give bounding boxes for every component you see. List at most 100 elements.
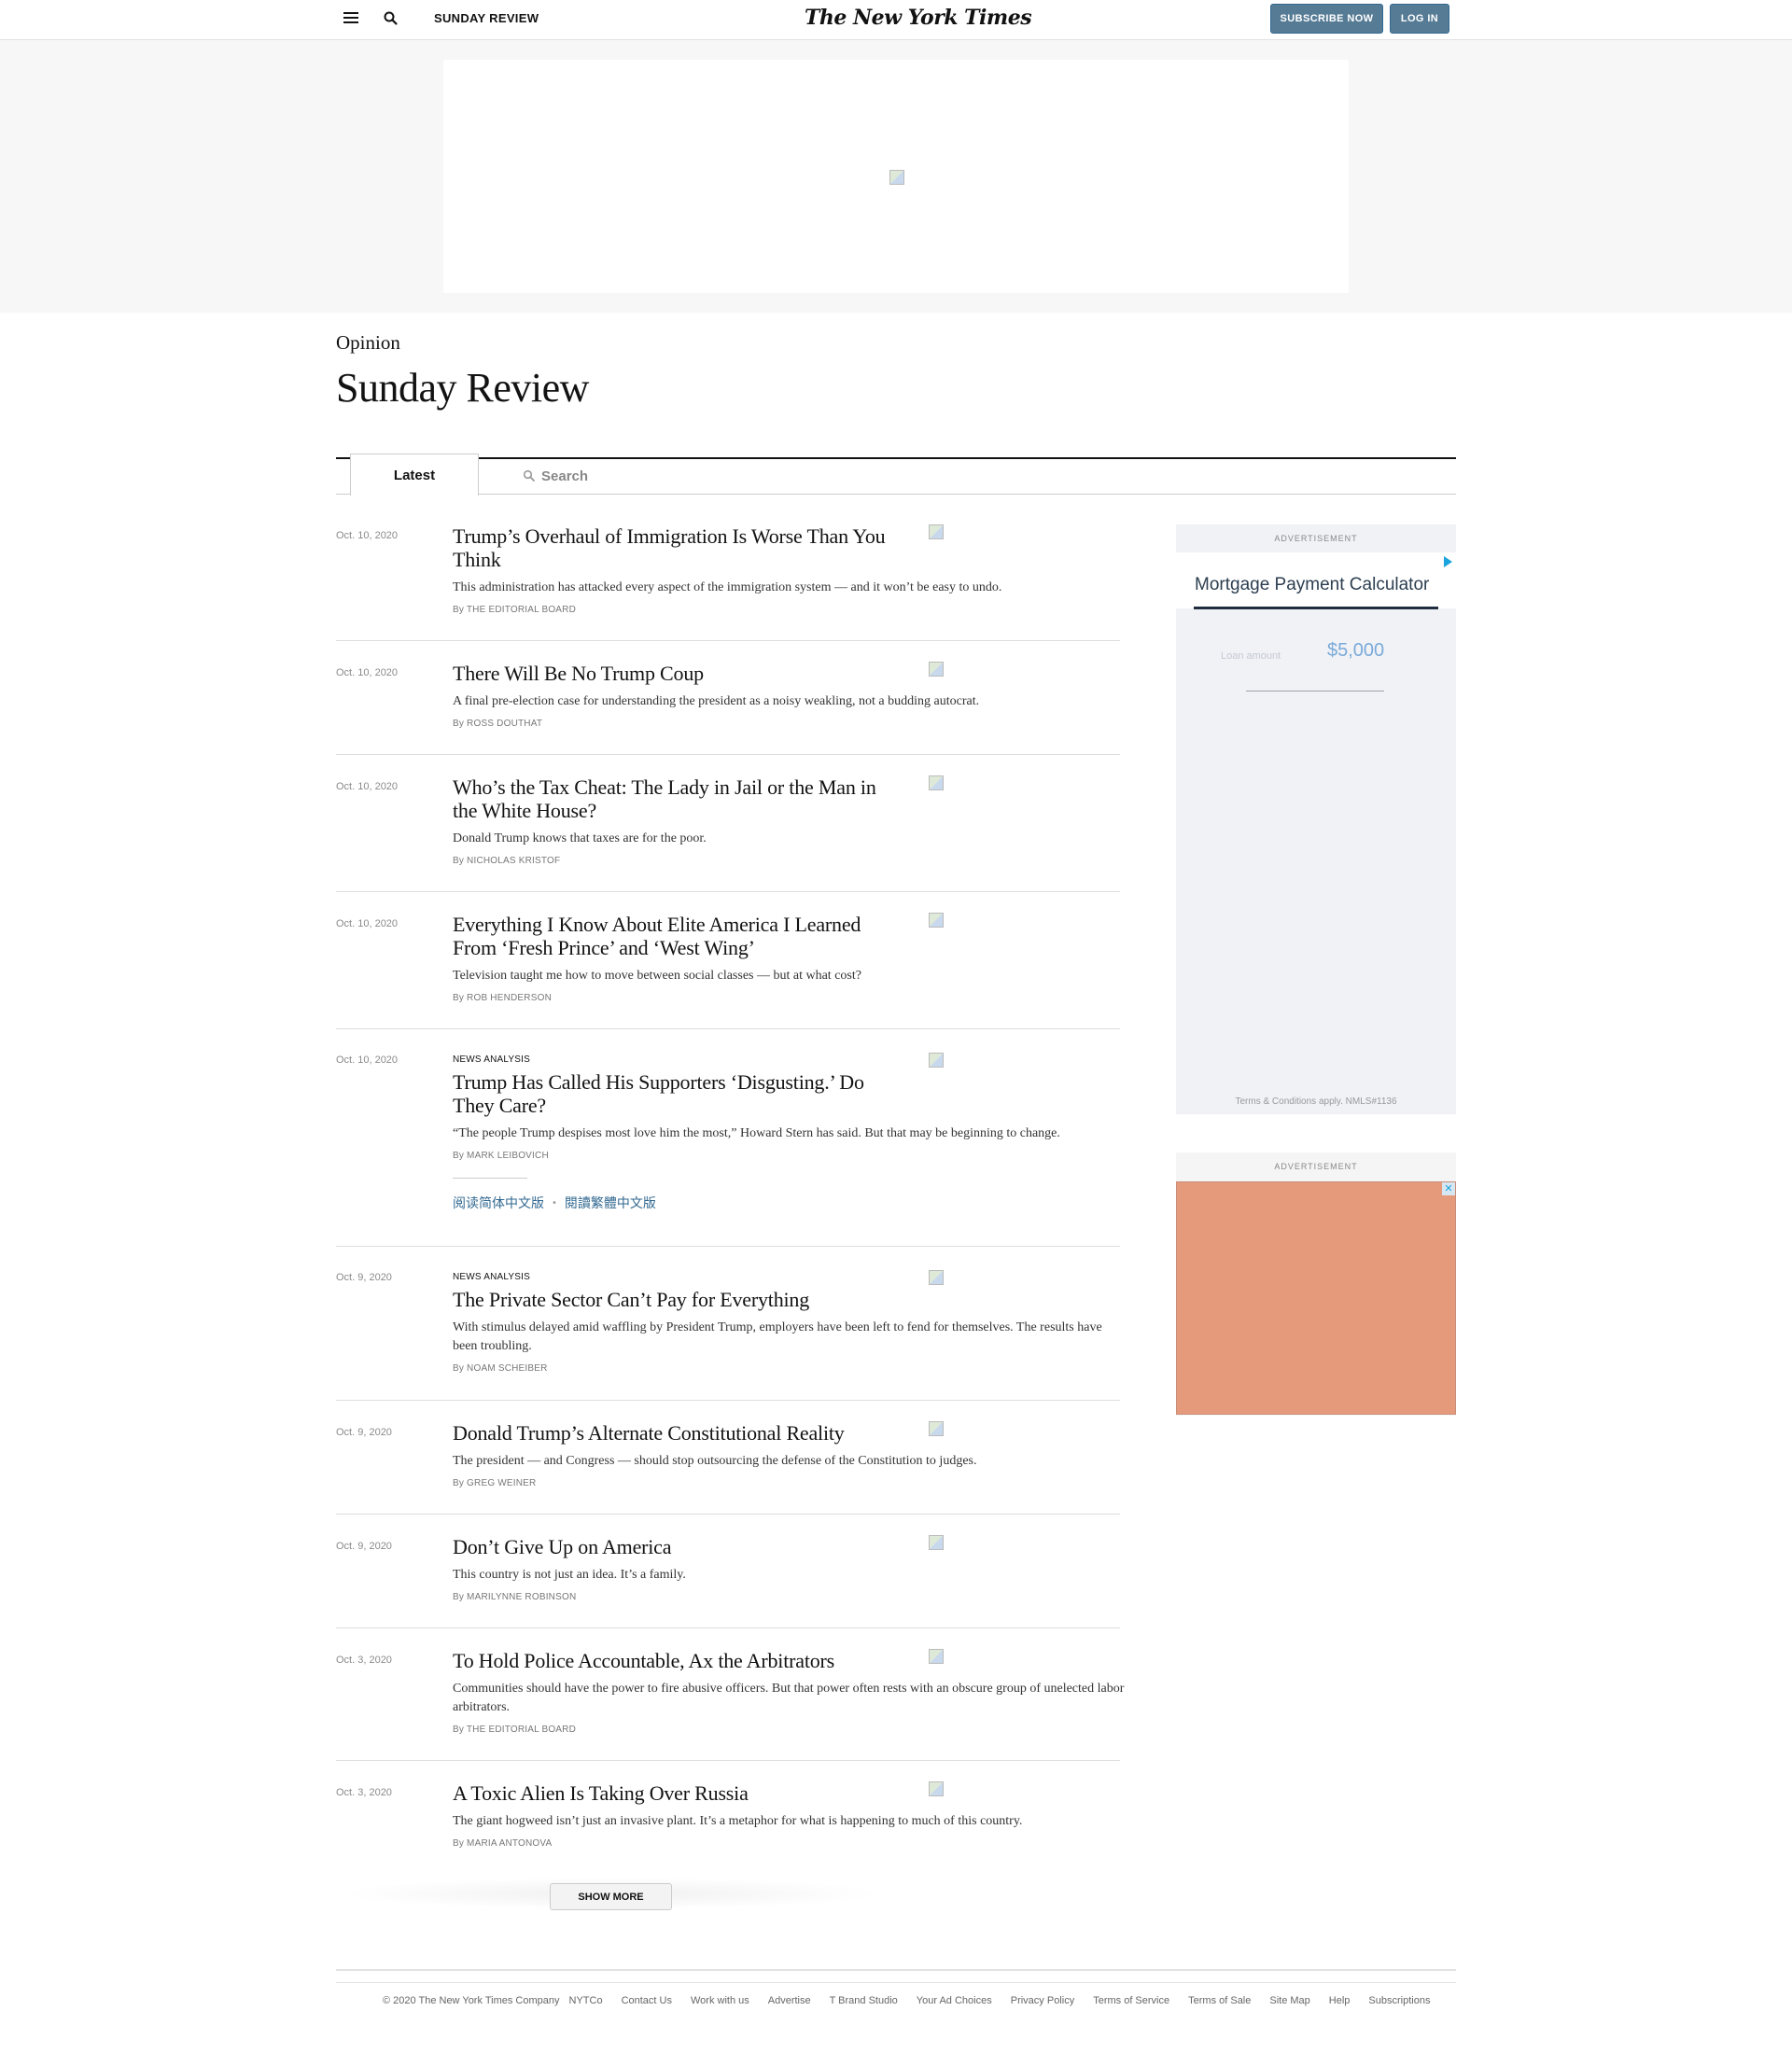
article-label: NEWS ANALYSIS bbox=[453, 1054, 530, 1065]
broken-image-icon bbox=[889, 170, 904, 185]
loan-amount-input[interactable]: $5,000 bbox=[1327, 640, 1384, 662]
article-headline[interactable]: Don’t Give Up on America bbox=[453, 1535, 891, 1558]
article-headline[interactable]: A Toxic Alien Is Taking Over Russia bbox=[453, 1781, 891, 1805]
article-byline: By MARILYNNE ROBINSON bbox=[453, 1592, 577, 1602]
top-nav-bar: SUNDAY REVIEW The New York Times SUBSCRI… bbox=[0, 0, 1792, 40]
article-thumbnail[interactable] bbox=[929, 775, 944, 790]
article-summary: Communities should have the power to fir… bbox=[453, 1682, 1125, 1714]
article-date: Oct. 10, 2020 bbox=[336, 667, 399, 678]
article-headline[interactable]: Donald Trump’s Alternate Constitutional … bbox=[453, 1421, 919, 1445]
article-headline[interactable]: There Will Be No Trump Coup bbox=[453, 662, 891, 685]
article-headline[interactable]: The Private Sector Can’t Pay for Everyth… bbox=[453, 1288, 919, 1311]
ad-label: ADVERTISEMENT bbox=[1274, 534, 1358, 543]
article-thumbnail[interactable] bbox=[929, 1421, 944, 1436]
article-byline: By ROSS DOUTHAT bbox=[453, 719, 543, 729]
article-date: Oct. 3, 2020 bbox=[336, 1787, 392, 1798]
footer-link-subscriptions[interactable]: Subscriptions bbox=[1368, 1995, 1430, 2006]
article-byline: By ROB HENDERSON bbox=[453, 993, 552, 1003]
tab-latest[interactable]: Latest bbox=[350, 454, 479, 496]
adchoices-icon[interactable] bbox=[1444, 556, 1452, 567]
article-byline: By THE EDITORIAL BOARD bbox=[453, 605, 577, 615]
stream-search-field[interactable]: Search bbox=[523, 467, 588, 485]
list-item: Oct. 9, 2020 Don’t Give Up on America Th… bbox=[336, 1535, 1120, 1628]
article-headline[interactable]: Everything I Know About Elite America I … bbox=[453, 913, 891, 959]
article-thumbnail[interactable] bbox=[929, 913, 944, 928]
footer-link-work[interactable]: Work with us bbox=[691, 1995, 749, 2006]
footer-copyright: © 2020 The New York Times Company bbox=[383, 1995, 560, 2006]
list-item: Oct. 10, 2020 Who’s the Tax Cheat: The L… bbox=[336, 775, 1120, 892]
footer-link-help[interactable]: Help bbox=[1329, 1995, 1351, 2006]
menu-icon[interactable] bbox=[343, 12, 358, 25]
article-thumbnail[interactable] bbox=[929, 524, 944, 539]
article-date: Oct. 10, 2020 bbox=[336, 918, 399, 929]
article-headline[interactable]: Who’s the Tax Cheat: The Lady in Jail or… bbox=[453, 775, 891, 822]
footer-rule bbox=[336, 1969, 1456, 1971]
article-date: Oct. 10, 2020 bbox=[336, 530, 399, 541]
page-title: Sunday Review bbox=[336, 365, 589, 411]
list-item: Oct. 10, 2020 NEWS ANALYSIS Trump Has Ca… bbox=[336, 1051, 1120, 1247]
article-summary: The president — and Congress — should st… bbox=[453, 1454, 977, 1468]
list-item: Oct. 9, 2020 NEWS ANALYSIS The Private S… bbox=[336, 1268, 1120, 1401]
nyt-logo[interactable]: The New York Times bbox=[805, 6, 1032, 30]
subscribe-button[interactable]: SUBSCRIBE NOW bbox=[1270, 4, 1383, 34]
footer-link-advertise[interactable]: Advertise bbox=[768, 1995, 811, 2006]
tabs-bottom-rule bbox=[336, 494, 1456, 495]
article-date: Oct. 9, 2020 bbox=[336, 1272, 392, 1283]
section-name-link[interactable]: SUNDAY REVIEW bbox=[434, 11, 539, 25]
footer-links: © 2020 The New York Times Company NYTCo … bbox=[383, 1995, 1430, 2006]
search-placeholder: Search bbox=[541, 468, 589, 484]
language-links: 阅读简体中文版 • 閱讀繁體中文版 bbox=[453, 1194, 1125, 1212]
calculator-header[interactable]: Mortgage Payment Calculator bbox=[1176, 552, 1456, 609]
ad-label: ADVERTISEMENT bbox=[1274, 1162, 1358, 1171]
article-thumbnail[interactable] bbox=[929, 1781, 944, 1796]
article-summary: Television taught me how to move between… bbox=[453, 969, 861, 983]
ad-creative[interactable]: ✕ bbox=[1176, 1181, 1456, 1415]
list-item: Oct. 3, 2020 A Toxic Alien Is Taking Ove… bbox=[336, 1781, 1120, 1865]
simplified-chinese-link[interactable]: 阅读简体中文版 bbox=[453, 1194, 544, 1212]
footer-link-privacy[interactable]: Privacy Policy bbox=[1011, 1995, 1074, 2006]
list-item: Oct. 10, 2020 There Will Be No Trump Cou… bbox=[336, 662, 1120, 755]
article-summary: This administration has attacked every a… bbox=[453, 580, 1002, 594]
article-thumbnail[interactable] bbox=[929, 1270, 944, 1285]
traditional-chinese-link[interactable]: 閱讀繁體中文版 bbox=[565, 1194, 656, 1212]
top-ad-band bbox=[0, 40, 1792, 313]
login-button[interactable]: LOG IN bbox=[1390, 4, 1449, 34]
article-date: Oct. 3, 2020 bbox=[336, 1655, 392, 1666]
show-more-button[interactable]: SHOW MORE bbox=[550, 1883, 672, 1910]
footer-link-adchoices[interactable]: Your Ad Choices bbox=[917, 1995, 992, 2006]
article-date: Oct. 9, 2020 bbox=[336, 1541, 392, 1552]
footer-link-nytco[interactable]: NYTCo bbox=[569, 1995, 603, 2006]
tab-spacer bbox=[336, 459, 351, 495]
footer-rule bbox=[336, 1982, 1456, 1983]
top-ad-slot[interactable] bbox=[443, 60, 1349, 293]
footer-link-tosale[interactable]: Terms of Sale bbox=[1188, 1995, 1251, 2006]
article-thumbnail[interactable] bbox=[929, 1053, 944, 1068]
footer-link-sitemap[interactable]: Site Map bbox=[1269, 1995, 1309, 2006]
list-item: Oct. 9, 2020 Donald Trump’s Alternate Co… bbox=[336, 1421, 1120, 1515]
article-headline[interactable]: Trump’s Overhaul of Immigration Is Worse… bbox=[453, 524, 891, 571]
close-icon[interactable]: ✕ bbox=[1442, 1182, 1455, 1195]
article-byline: By MARK LEIBOVICH bbox=[453, 1151, 549, 1161]
article-summary: A final pre-election case for understand… bbox=[453, 694, 980, 708]
search-icon bbox=[523, 469, 535, 482]
sidebar-ad-calculator: ADVERTISEMENT Mortgage Payment Calculato… bbox=[1176, 524, 1456, 1114]
search-icon[interactable] bbox=[383, 10, 399, 27]
list-item: Oct. 3, 2020 To Hold Police Accountable,… bbox=[336, 1649, 1124, 1761]
article-thumbnail[interactable] bbox=[929, 1649, 944, 1664]
footer-link-tbrand[interactable]: T Brand Studio bbox=[830, 1995, 898, 2006]
article-headline[interactable]: To Hold Police Accountable, Ax the Arbit… bbox=[453, 1649, 919, 1672]
sidebar-ad-2: ADVERTISEMENT ✕ bbox=[1176, 1152, 1456, 1416]
footer-link-tos[interactable]: Terms of Service bbox=[1093, 1995, 1169, 2006]
article-thumbnail[interactable] bbox=[929, 662, 944, 677]
article-summary: With stimulus delayed amid waffling by P… bbox=[453, 1320, 1102, 1353]
article-label: NEWS ANALYSIS bbox=[453, 1272, 530, 1282]
article-thumbnail[interactable] bbox=[929, 1535, 944, 1550]
article-byline: By GREG WEINER bbox=[453, 1478, 537, 1488]
loan-amount-label: Loan amount bbox=[1221, 650, 1281, 662]
footer-link-contact[interactable]: Contact Us bbox=[622, 1995, 672, 2006]
article-summary: Donald Trump knows that taxes are for th… bbox=[453, 831, 707, 845]
article-headline[interactable]: Trump Has Called His Supporters ‘Disgust… bbox=[453, 1070, 891, 1117]
list-item: Oct. 10, 2020 Trump’s Overhaul of Immigr… bbox=[336, 524, 1120, 641]
opinion-kicker[interactable]: Opinion bbox=[336, 331, 400, 355]
article-byline: By THE EDITORIAL BOARD bbox=[453, 1725, 577, 1735]
